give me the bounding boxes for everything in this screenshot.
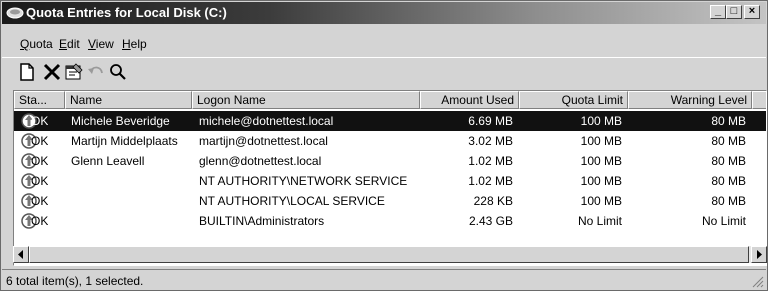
menu-view[interactable]: View bbox=[88, 37, 114, 51]
find-icon bbox=[110, 64, 126, 80]
undo-button[interactable] bbox=[84, 60, 108, 84]
find-button[interactable] bbox=[106, 60, 130, 84]
table-row[interactable]: OK Michele Beveridge michele@dotnettest.… bbox=[14, 111, 766, 131]
menu-edit[interactable]: Edit bbox=[59, 37, 80, 51]
column-header-warning-level[interactable]: Warning Level bbox=[628, 91, 752, 109]
new-entry-icon bbox=[20, 63, 34, 81]
scroll-thumb[interactable] bbox=[29, 246, 749, 263]
maximize-button[interactable]: □ bbox=[726, 5, 742, 19]
status-text: 6 total item(s), 1 selected. bbox=[6, 274, 144, 288]
menu-help[interactable]: Help bbox=[122, 37, 147, 51]
menu-quota[interactable]: Quota bbox=[20, 37, 53, 51]
table-row[interactable]: OK Glenn Leavell glenn@dotnettest.local … bbox=[14, 151, 766, 171]
quota-entries-window: Quota Entries for Local Disk (C:) _ □ × … bbox=[0, 0, 768, 291]
close-button[interactable]: × bbox=[744, 5, 760, 19]
undo-icon bbox=[88, 66, 103, 74]
delete-entry-button[interactable] bbox=[40, 60, 64, 84]
window-title: Quota Entries for Local Disk (C:) bbox=[26, 5, 227, 20]
toolbar bbox=[2, 57, 766, 85]
scroll-right-button[interactable] bbox=[751, 246, 767, 263]
quota-entries-list[interactable]: Sta... Name Logon Name Amount Used Quota… bbox=[13, 90, 767, 266]
delete-icon bbox=[43, 63, 61, 81]
column-header-filler bbox=[752, 91, 766, 109]
properties-icon bbox=[65, 63, 83, 80]
minimize-button[interactable]: _ bbox=[710, 5, 726, 19]
table-row[interactable]: OK NT AUTHORITY\NETWORK SERVICE 1.02 MB … bbox=[14, 171, 766, 191]
column-header-name[interactable]: Name bbox=[65, 91, 192, 109]
horizontal-scrollbar[interactable] bbox=[13, 246, 767, 263]
arrow-left-icon bbox=[18, 250, 23, 259]
column-header-quota-limit[interactable]: Quota Limit bbox=[519, 91, 628, 109]
new-entry-button[interactable] bbox=[16, 60, 40, 84]
arrow-right-icon bbox=[757, 250, 762, 259]
resize-grip-icon[interactable] bbox=[752, 276, 764, 288]
column-header-logon-name[interactable]: Logon Name bbox=[192, 91, 420, 109]
list-header: Sta... Name Logon Name Amount Used Quota… bbox=[14, 91, 766, 109]
table-row[interactable]: OK NT AUTHORITY\LOCAL SERVICE 228 KB 100… bbox=[14, 191, 766, 211]
title-bar[interactable]: Quota Entries for Local Disk (C:) _ □ × bbox=[2, 2, 766, 24]
column-header-amount-used[interactable]: Amount Used bbox=[420, 91, 519, 109]
status-bar: 6 total item(s), 1 selected. bbox=[2, 269, 766, 290]
disk-quota-icon bbox=[6, 7, 24, 19]
properties-button[interactable] bbox=[62, 60, 86, 84]
table-row[interactable]: OK BUILTIN\Administrators 2.43 GB No Lim… bbox=[14, 211, 766, 231]
column-header-status[interactable]: Sta... bbox=[14, 91, 65, 109]
menu-bar: Quota Edit View Help bbox=[2, 35, 766, 55]
table-row[interactable]: OK Martijn Middelplaats martijn@dotnette… bbox=[14, 131, 766, 151]
scroll-left-button[interactable] bbox=[13, 246, 29, 263]
